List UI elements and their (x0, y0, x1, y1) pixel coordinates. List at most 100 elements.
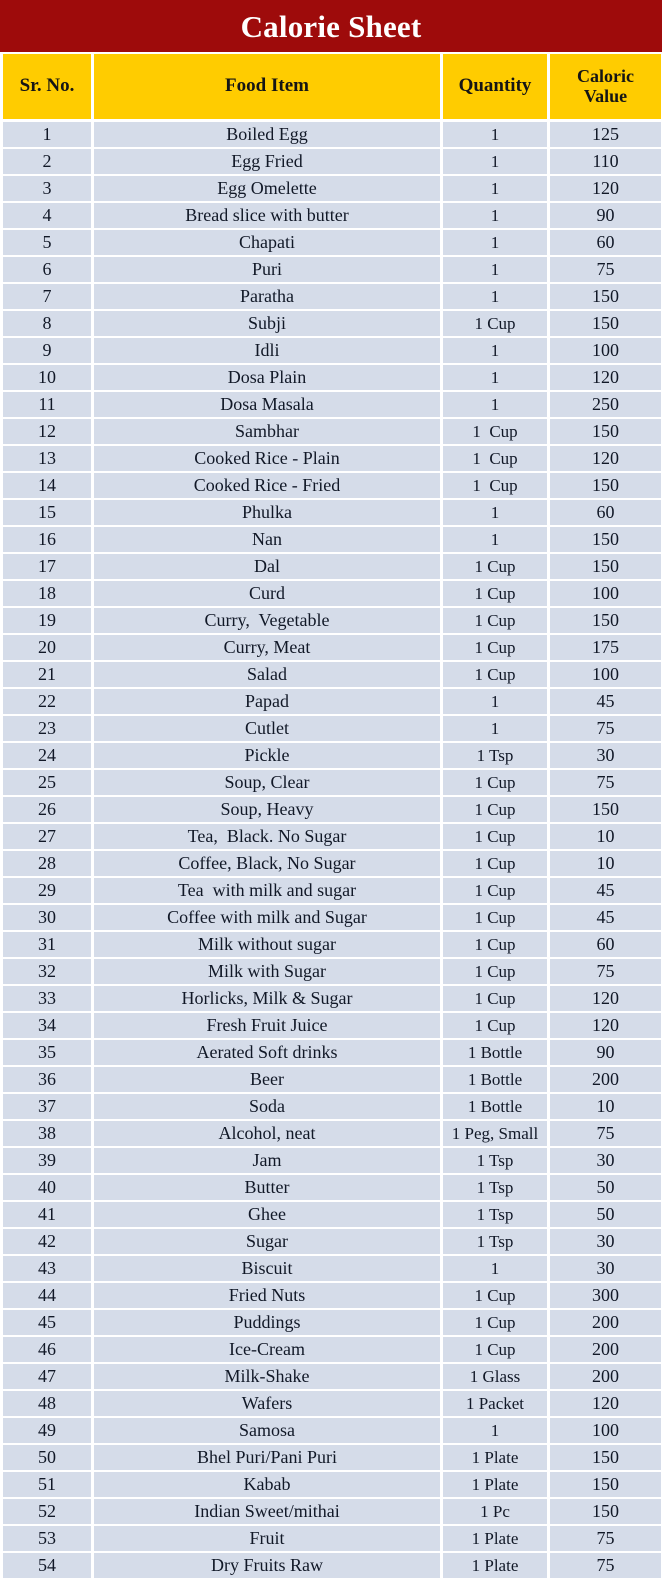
cell-quantity-text: 1 (490, 1259, 500, 1278)
cell-sr-no-text: 37 (38, 1096, 56, 1116)
cell-caloric-value: 200 (550, 1337, 661, 1362)
cell-sr-no: 42 (3, 1229, 91, 1254)
cell-food-item: Sugar (94, 1229, 440, 1254)
cell-sr-no: 9 (3, 338, 91, 363)
cell-food-item-text: Soup, Clear (224, 772, 310, 792)
cell-sr-no-text: 54 (38, 1555, 56, 1575)
cell-quantity: 1 Cup (443, 1310, 547, 1335)
cell-quantity-text: 1 (490, 233, 500, 252)
table-row: 48 Wafers 1 Packet 120 (3, 1391, 661, 1416)
cell-sr-no: 30 (3, 905, 91, 930)
cell-quantity-text: 1 Cup (472, 449, 518, 468)
cell-sr-no: 51 (3, 1472, 91, 1497)
cell-quantity: 1 Cup (443, 554, 547, 579)
cell-food-item: Cooked Rice - Plain (94, 446, 440, 471)
cell-quantity: 1 (443, 203, 547, 228)
cell-caloric-value: 100 (550, 581, 661, 606)
table-row: 34 Fresh Fruit Juice 1 Cup 120 (3, 1013, 661, 1038)
cell-caloric-value-text: 150 (592, 1447, 619, 1467)
cell-food-item-text: Idli (254, 340, 280, 360)
table-row: 3 Egg Omelette 1 120 (3, 176, 661, 201)
cell-food-item: Butter (94, 1175, 440, 1200)
cell-caloric-value: 10 (550, 851, 661, 876)
cell-caloric-value-text: 30 (596, 1258, 615, 1278)
cell-sr-no-text: 42 (38, 1231, 56, 1251)
cell-food-item: Jam (94, 1148, 440, 1173)
cell-caloric-value-text: 120 (592, 1393, 619, 1413)
cell-caloric-value: 120 (550, 365, 661, 390)
cell-sr-no: 35 (3, 1040, 91, 1065)
cell-sr-no: 26 (3, 797, 91, 822)
cell-caloric-value: 150 (550, 1499, 661, 1524)
cell-sr-no-text: 11 (38, 394, 56, 414)
cell-quantity: 1 Cup (443, 824, 547, 849)
cell-caloric-value: 50 (550, 1175, 661, 1200)
cell-caloric-value: 75 (550, 1553, 661, 1578)
cell-sr-no-text: 12 (38, 421, 56, 441)
cell-quantity-text: 1 Cup (474, 908, 516, 927)
cell-sr-no-text: 24 (38, 745, 56, 765)
cell-sr-no: 28 (3, 851, 91, 876)
cell-quantity-text: 1 Plate (471, 1556, 519, 1575)
cell-sr-no: 40 (3, 1175, 91, 1200)
cell-sr-no-text: 16 (38, 529, 56, 549)
cell-sr-no-text: 1 (42, 124, 52, 144)
table-row: 38 Alcohol, neat 1 Peg, Small 75 (3, 1121, 661, 1146)
table-row: 11 Dosa Masala 1 250 (3, 392, 661, 417)
cell-caloric-value: 120 (550, 446, 661, 471)
cell-food-item: Coffee, Black, No Sugar (94, 851, 440, 876)
cell-caloric-value-text: 250 (592, 394, 619, 414)
table-row: 17 Dal 1 Cup 150 (3, 554, 661, 579)
cell-food-item: Ice-Cream (94, 1337, 440, 1362)
cell-sr-no-text: 30 (38, 907, 56, 927)
cell-caloric-value: 60 (550, 230, 661, 255)
cell-sr-no: 25 (3, 770, 91, 795)
cell-quantity-text: 1 Bottle (467, 1097, 523, 1116)
cell-caloric-value: 120 (550, 986, 661, 1011)
cell-food-item-text: Fruit (249, 1528, 285, 1548)
cell-caloric-value: 150 (550, 1472, 661, 1497)
cell-caloric-value-text: 30 (596, 1150, 615, 1170)
cell-sr-no-text: 52 (38, 1501, 56, 1521)
cell-food-item-text: Fresh Fruit Juice (206, 1015, 328, 1035)
cell-food-item-text: Biscuit (241, 1258, 293, 1278)
cell-food-item-text: Wafers (241, 1393, 293, 1413)
cell-quantity: 1 Tsp (443, 1175, 547, 1200)
cell-sr-no-text: 29 (38, 880, 56, 900)
cell-caloric-value-text: 100 (592, 664, 619, 684)
table-body: 1 Boiled Egg 1 125 2 Egg Fried 1 110 3 Egg Omelet… (3, 122, 661, 1578)
cell-quantity-text: 1 (490, 179, 500, 198)
table-row: 33 Horlicks, Milk & Sugar 1 Cup 120 (3, 986, 661, 1011)
cell-quantity: 1 (443, 1256, 547, 1281)
cell-food-item-text: Dosa Plain (227, 367, 307, 387)
table-row: 51 Kabab 1 Plate 150 (3, 1472, 661, 1497)
cell-food-item: Cutlet (94, 716, 440, 741)
cell-sr-no: 34 (3, 1013, 91, 1038)
cell-quantity-text: 1 Cup (474, 638, 516, 657)
cell-caloric-value-text: 45 (596, 691, 615, 711)
cell-caloric-value: 45 (550, 689, 661, 714)
cell-sr-no: 43 (3, 1256, 91, 1281)
table-row: 45 Puddings 1 Cup 200 (3, 1310, 661, 1335)
cell-caloric-value: 150 (550, 419, 661, 444)
cell-caloric-value-text: 110 (592, 151, 619, 171)
cell-quantity: 1 Cup (443, 662, 547, 687)
cell-sr-no-text: 43 (38, 1258, 56, 1278)
cell-caloric-value-text: 90 (596, 1042, 615, 1062)
cell-sr-no: 32 (3, 959, 91, 984)
cell-caloric-value: 100 (550, 1418, 661, 1443)
cell-caloric-value-text: 60 (596, 934, 615, 954)
cell-sr-no-text: 10 (38, 367, 56, 387)
cell-sr-no: 46 (3, 1337, 91, 1362)
cell-food-item-text: Jam (252, 1150, 282, 1170)
cell-quantity: 1 (443, 122, 547, 147)
cell-caloric-value: 60 (550, 932, 661, 957)
cell-sr-no: 29 (3, 878, 91, 903)
cell-sr-no: 27 (3, 824, 91, 849)
cell-sr-no: 36 (3, 1067, 91, 1092)
cell-food-item: Biscuit (94, 1256, 440, 1281)
cell-food-item-text: Milk without sugar (198, 934, 336, 954)
cell-quantity-text: 1 (490, 1421, 500, 1440)
cell-caloric-value: 300 (550, 1283, 661, 1308)
cell-sr-no-text: 38 (38, 1123, 56, 1143)
